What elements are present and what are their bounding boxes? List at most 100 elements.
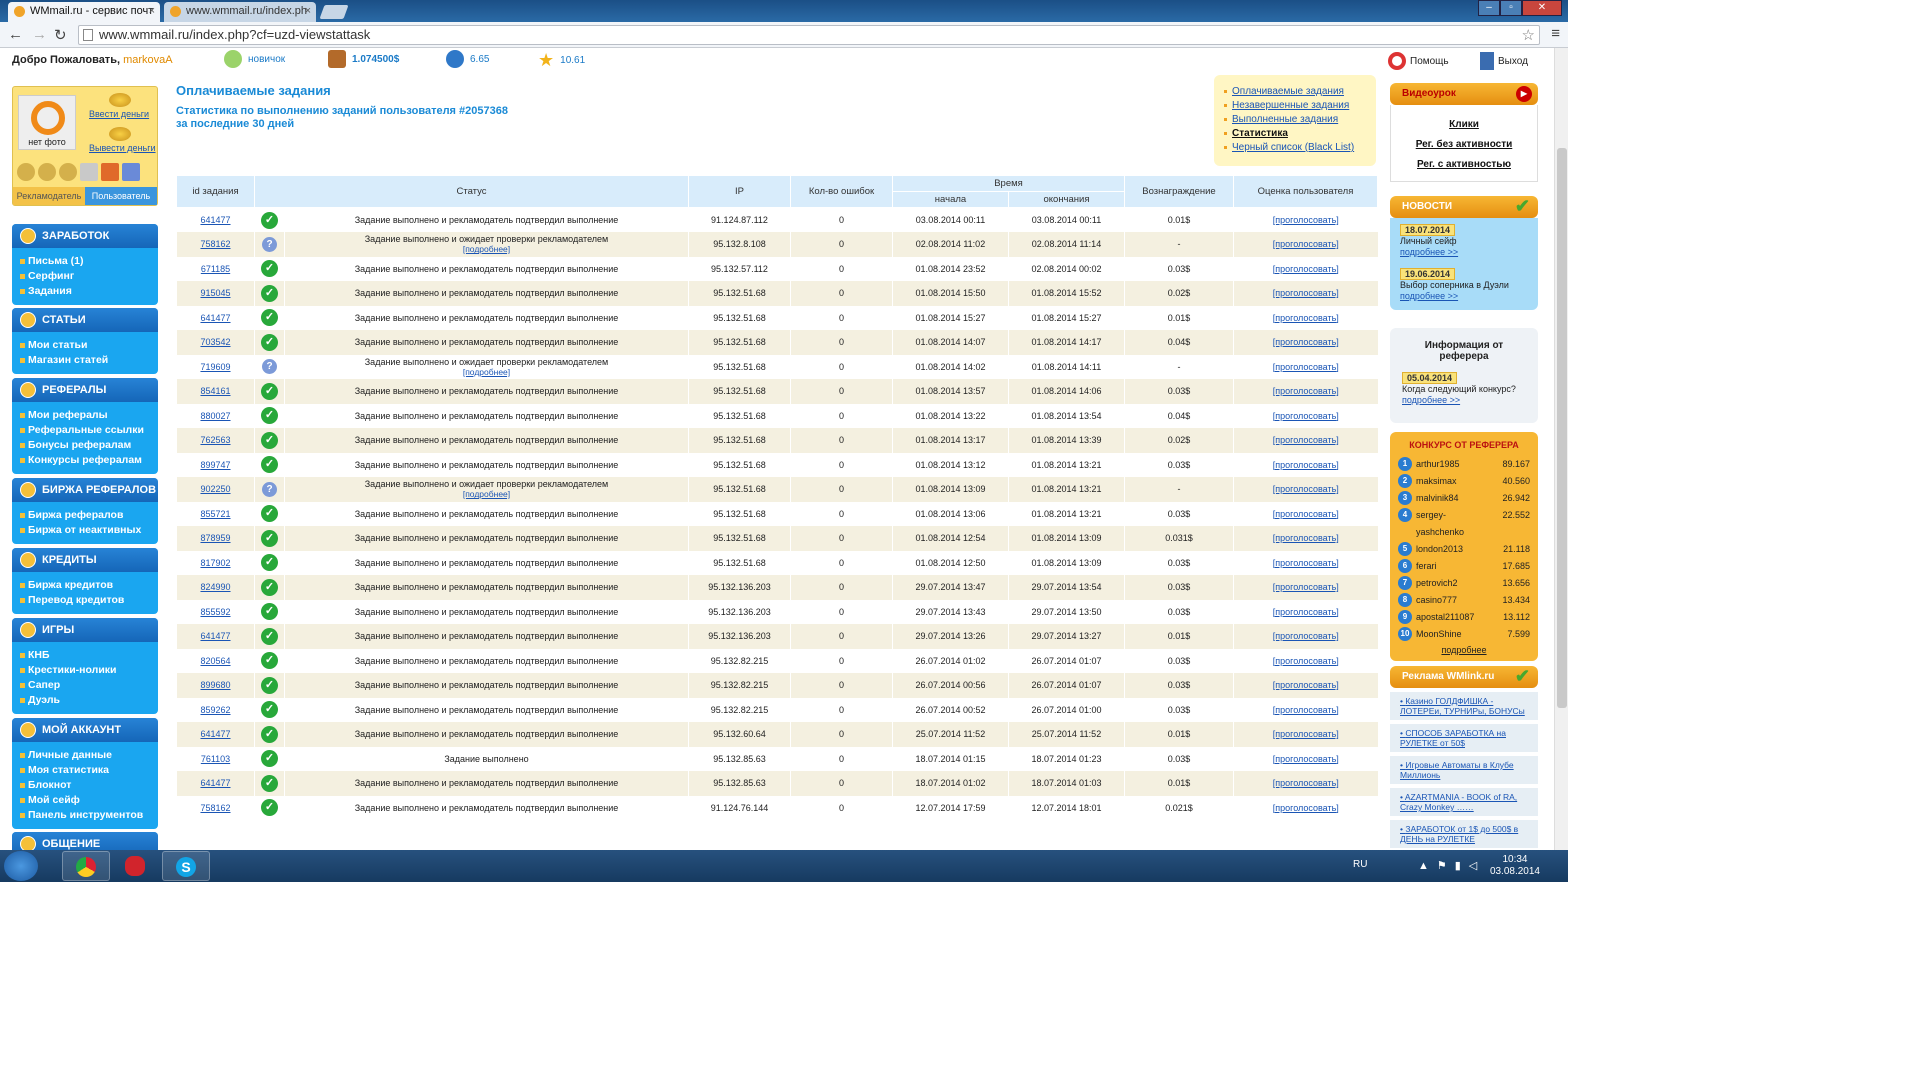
- task-id-link[interactable]: 641477: [200, 778, 230, 788]
- menu-statistics[interactable]: Статистика: [1224, 127, 1376, 141]
- vote-link[interactable]: [проголосовать]: [1273, 362, 1339, 372]
- task-id-link[interactable]: 641477: [200, 215, 230, 225]
- nav-section-title[interactable]: МОЙ АККАУНТ: [12, 718, 158, 742]
- withdraw-link[interactable]: Вывести деньги: [89, 143, 156, 153]
- close-window-button[interactable]: ✕: [1522, 0, 1562, 16]
- menu-blacklist[interactable]: Черный список (Black List): [1224, 141, 1376, 155]
- vote-link[interactable]: [проголосовать]: [1273, 631, 1339, 641]
- nav-item-tasks[interactable]: Задания: [20, 284, 158, 299]
- vote-link[interactable]: [проголосовать]: [1273, 215, 1339, 225]
- username-link[interactable]: markovaA: [123, 54, 173, 66]
- details-link[interactable]: [подробнее]: [463, 244, 510, 254]
- nav-section-title[interactable]: РЕФЕРАЛЫ: [12, 378, 158, 402]
- task-id-link[interactable]: 899747: [200, 460, 230, 470]
- nav-item-ref-exchange[interactable]: Биржа рефералов: [20, 508, 158, 523]
- nav-item-inactive-exchange[interactable]: Биржа от неактивных: [20, 523, 158, 538]
- task-id-link[interactable]: 641477: [200, 729, 230, 739]
- nav-item-ref-bonuses[interactable]: Бонусы рефералам: [20, 438, 158, 453]
- close-tab-icon[interactable]: ×: [149, 5, 155, 17]
- ad-link[interactable]: • Игровые Автоматы в Клубе Миллионь: [1390, 756, 1538, 784]
- play-icon[interactable]: ▶: [1516, 86, 1532, 102]
- vote-link[interactable]: [проголосовать]: [1273, 803, 1339, 813]
- vote-link[interactable]: [проголосовать]: [1273, 386, 1339, 396]
- nav-item-ref-links[interactable]: Реферальные ссылки: [20, 423, 158, 438]
- details-link[interactable]: [подробнее]: [463, 489, 510, 499]
- task-id-link[interactable]: 899680: [200, 680, 230, 690]
- vote-link[interactable]: [проголосовать]: [1273, 313, 1339, 323]
- close-tab-icon[interactable]: ×: [305, 5, 311, 17]
- chart-icon[interactable]: [122, 163, 140, 181]
- bag-icon[interactable]: [59, 163, 77, 181]
- vote-link[interactable]: [проголосовать]: [1273, 239, 1339, 249]
- vote-link[interactable]: [проголосовать]: [1273, 656, 1339, 666]
- nav-section-title[interactable]: ИГРЫ: [12, 618, 158, 642]
- task-id-link[interactable]: 703542: [200, 337, 230, 347]
- task-id-link[interactable]: 762563: [200, 435, 230, 445]
- nav-section-title[interactable]: БИРЖА РЕФЕРАЛОВ: [12, 478, 158, 502]
- news-more-link[interactable]: подробнее >>: [1400, 247, 1528, 258]
- nav-item-notepad[interactable]: Блокнот: [20, 778, 158, 793]
- ad-link[interactable]: • Казино ГОЛДФИШКА - ЛОТЕРЕи, ТУРНИРы, Б…: [1390, 692, 1538, 720]
- taskbar-opera[interactable]: [112, 851, 160, 881]
- nav-item-my-referrals[interactable]: Мои рефералы: [20, 408, 158, 423]
- nav-item-tictactoe[interactable]: Крестики-нолики: [20, 663, 158, 678]
- vote-link[interactable]: [проголосовать]: [1273, 533, 1339, 543]
- tray-icons[interactable]: ▲⚑▮◁: [1418, 859, 1485, 872]
- clock[interactable]: 10:34 03.08.2014: [1490, 854, 1540, 878]
- browser-tab-1[interactable]: WMmail.ru - сервис почт ×: [8, 2, 160, 22]
- task-id-link[interactable]: 820564: [200, 656, 230, 666]
- vote-link[interactable]: [проголосовать]: [1273, 754, 1339, 764]
- task-id-link[interactable]: 719609: [200, 362, 230, 372]
- task-id-link[interactable]: 880027: [200, 411, 230, 421]
- nav-item-my-stats[interactable]: Моя статистика: [20, 763, 158, 778]
- tab-user[interactable]: Пользователь: [85, 187, 157, 205]
- task-id-link[interactable]: 817902: [200, 558, 230, 568]
- help-link[interactable]: Помощь: [1388, 52, 1449, 70]
- deposit-link[interactable]: Ввести деньги: [89, 109, 149, 119]
- minimize-button[interactable]: –: [1478, 0, 1500, 16]
- taskbar-chrome[interactable]: [62, 851, 110, 881]
- nav-item-duel[interactable]: Дуэль: [20, 693, 158, 708]
- nav-item-credit-exchange[interactable]: Биржа кредитов: [20, 578, 158, 593]
- maximize-button[interactable]: ▫: [1500, 0, 1522, 16]
- vote-link[interactable]: [проголосовать]: [1273, 778, 1339, 788]
- bag-icon[interactable]: [38, 163, 56, 181]
- nav-item-my-articles[interactable]: Мои статьи: [20, 338, 158, 353]
- vote-link[interactable]: [проголосовать]: [1273, 607, 1339, 617]
- vote-link[interactable]: [проголосовать]: [1273, 484, 1339, 494]
- reload-icon[interactable]: ↻: [54, 26, 67, 44]
- nav-item-credit-transfer[interactable]: Перевод кредитов: [20, 593, 158, 608]
- back-icon[interactable]: ←: [8, 26, 23, 43]
- details-link[interactable]: [подробнее]: [463, 367, 510, 377]
- vote-link[interactable]: [проголосовать]: [1273, 460, 1339, 470]
- nav-section-title[interactable]: ЗАРАБОТОК: [12, 224, 158, 248]
- menu-paid-tasks[interactable]: Оплачиваемые задания: [1224, 85, 1376, 99]
- video-link-clicks[interactable]: Клики: [1391, 115, 1537, 135]
- nav-item-rps[interactable]: КНБ: [20, 648, 158, 663]
- page-scrollbar[interactable]: [1554, 48, 1568, 850]
- ad-link[interactable]: • AZARTMANIA - BOOK of RA, Crazy Monkey …: [1390, 788, 1538, 816]
- referrer-more-link[interactable]: подробнее >>: [1402, 395, 1526, 406]
- vote-link[interactable]: [проголосовать]: [1273, 582, 1339, 592]
- nav-item-article-shop[interactable]: Магазин статей: [20, 353, 158, 368]
- task-id-link[interactable]: 855592: [200, 607, 230, 617]
- task-id-link[interactable]: 915045: [200, 288, 230, 298]
- ad-link[interactable]: • СПОСОБ ЗАРАБОТКА на РУЛЕТКЕ от 50$: [1390, 724, 1538, 752]
- task-id-link[interactable]: 761103: [201, 754, 230, 764]
- exit-link[interactable]: Выход: [1480, 52, 1528, 70]
- ad-link[interactable]: • ЗАРАБОТОК от 1$ до 500$ в ДЕНЬ на РУЛЕ…: [1390, 820, 1538, 848]
- task-id-link[interactable]: 859262: [200, 705, 230, 715]
- nav-item-surfing[interactable]: Серфинг: [20, 269, 158, 284]
- bag-icon[interactable]: [17, 163, 35, 181]
- task-id-link[interactable]: 758162: [200, 239, 230, 249]
- vote-link[interactable]: [проголосовать]: [1273, 558, 1339, 568]
- new-tab-button[interactable]: [319, 5, 349, 19]
- task-id-link[interactable]: 758162: [200, 803, 230, 813]
- nav-section-title[interactable]: КРЕДИТЫ: [12, 548, 158, 572]
- forward-icon[interactable]: →: [32, 26, 47, 43]
- nav-item-personal-data[interactable]: Личные данные: [20, 748, 158, 763]
- menu-unfinished-tasks[interactable]: Незавершенные задания: [1224, 99, 1376, 113]
- start-button[interactable]: [4, 851, 38, 881]
- address-bar[interactable]: www.wmmail.ru/index.php?cf=uzd-viewstatt…: [78, 25, 1540, 45]
- task-id-link[interactable]: 854161: [200, 386, 230, 396]
